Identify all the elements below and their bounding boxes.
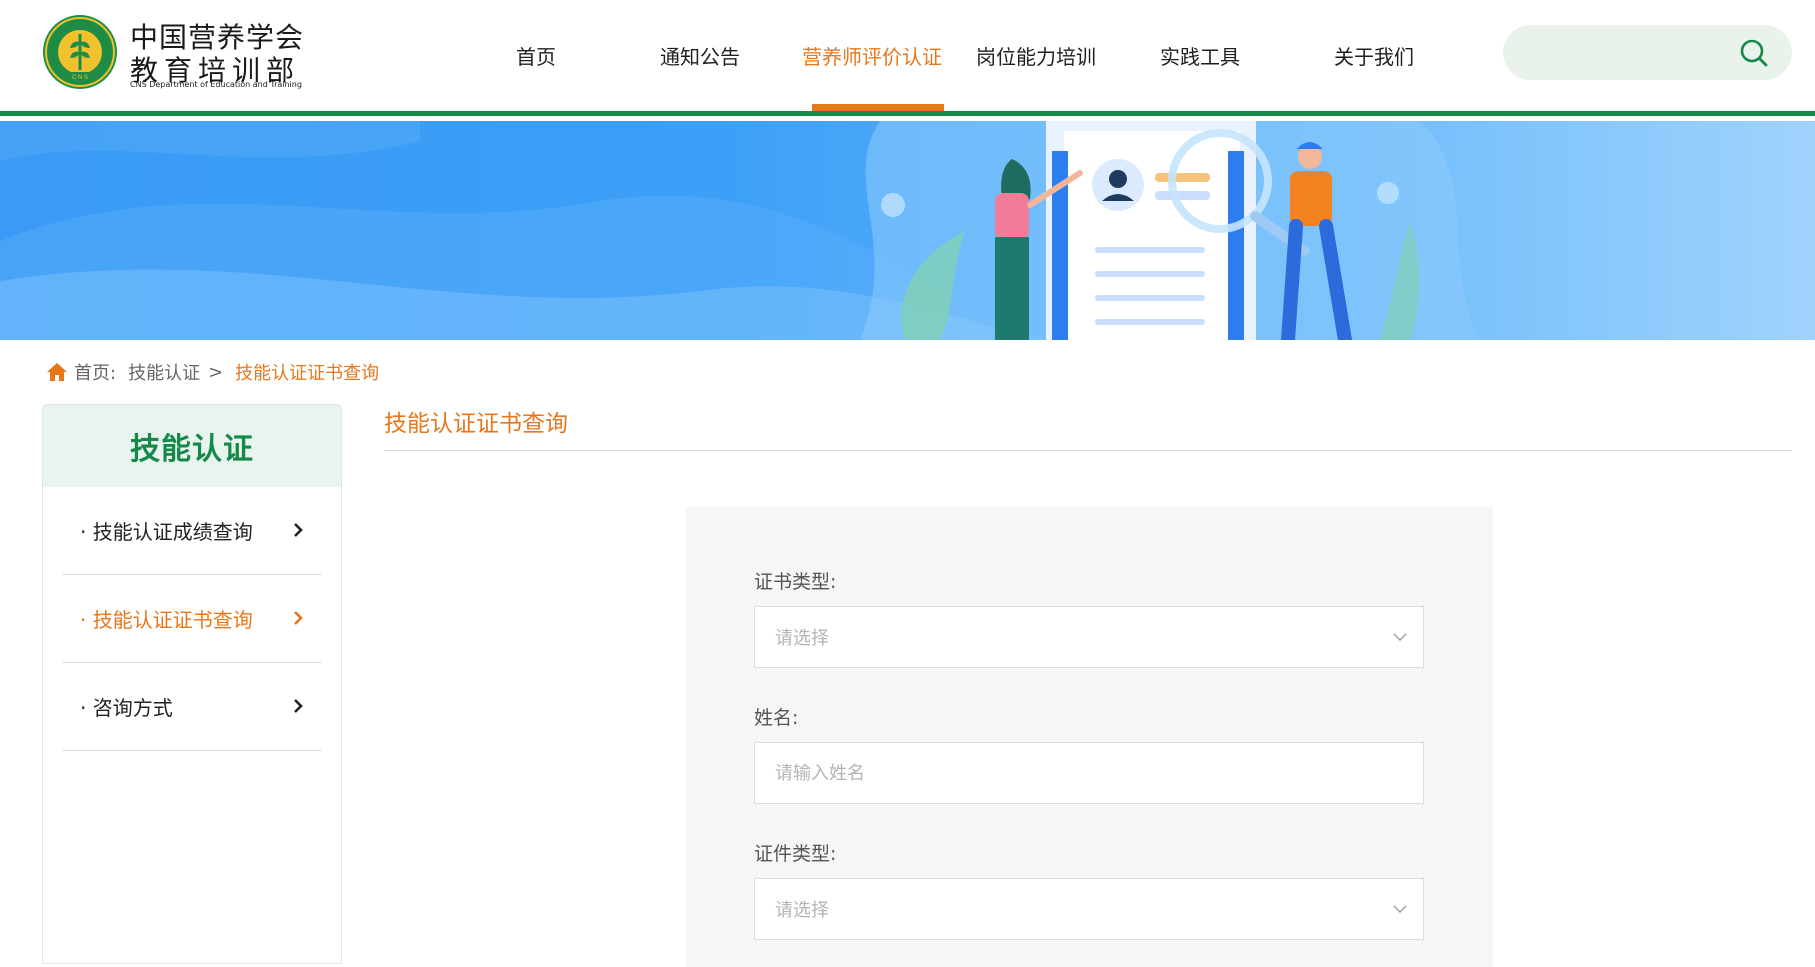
- breadcrumb-separator: >: [208, 361, 224, 383]
- name-input[interactable]: [775, 762, 1423, 784]
- logo-emblem-icon: C N S: [43, 15, 117, 89]
- cert-type-label: 证书类型:: [754, 571, 837, 593]
- sidebar-title: 技能认证: [43, 405, 341, 487]
- id-type-placeholder: 请选择: [775, 900, 829, 921]
- search-input[interactable]: [1525, 35, 1725, 70]
- name-label: 姓名:: [754, 707, 799, 729]
- sidebar-item-label: · 技能认证成绩查询: [80, 520, 253, 544]
- id-type-label: 证件类型:: [754, 843, 837, 865]
- id-type-select[interactable]: 请选择: [754, 878, 1424, 940]
- chevron-down-icon: [1393, 905, 1407, 914]
- name-field-wrapper: [754, 742, 1424, 804]
- nav-item-home[interactable]: 首页: [454, 0, 618, 111]
- chevron-right-icon: [294, 699, 303, 713]
- chevron-right-icon: [294, 611, 303, 625]
- banner-illustration: [0, 121, 1480, 340]
- nav-item-about[interactable]: 关于我们: [1292, 0, 1456, 111]
- breadcrumb-parent[interactable]: 技能认证: [128, 359, 200, 385]
- search-icon[interactable]: [1739, 38, 1769, 68]
- chevron-right-icon: [294, 523, 303, 537]
- nav-item-tools[interactable]: 实践工具: [1118, 0, 1282, 111]
- search-box: [1503, 25, 1792, 80]
- sidebar-item-label: · 咨询方式: [80, 696, 173, 720]
- site-header: C N S 中国营养学会 教育培训部 CNS Department of Edu…: [0, 0, 1815, 116]
- logo-subtitle-en: CNS Department of Education and Training: [130, 80, 302, 89]
- page-title: 技能认证证书查询: [384, 404, 1792, 451]
- home-icon[interactable]: [46, 362, 68, 382]
- site-logo[interactable]: C N S 中国营养学会 教育培训部 CNS Department of Edu…: [42, 14, 303, 92]
- sidebar-item-certificate-query[interactable]: · 技能认证证书查询: [62, 575, 322, 663]
- hero-banner: [0, 121, 1815, 340]
- breadcrumb-current: 技能认证证书查询: [235, 363, 380, 384]
- cert-type-select[interactable]: 请选择: [754, 606, 1424, 668]
- certificate-query-form: 证书类型: 请选择 姓名: 证件类型: 请选择: [686, 507, 1493, 967]
- sidebar-item-score-query[interactable]: · 技能认证成绩查询: [62, 487, 322, 575]
- breadcrumb-home[interactable]: 首页:: [74, 359, 116, 385]
- sidebar-item-contact[interactable]: · 咨询方式: [62, 663, 322, 751]
- chevron-down-icon: [1393, 633, 1407, 642]
- cert-type-placeholder: 请选择: [775, 628, 829, 649]
- sidebar-item-label: · 技能认证证书查询: [80, 608, 253, 632]
- svg-text:C N S: C N S: [72, 75, 88, 81]
- sidebar: 技能认证 · 技能认证成绩查询 · 技能认证证书查询 · 咨询方式: [42, 404, 342, 964]
- breadcrumb: 首页: 技能认证 > 技能认证证书查询: [46, 360, 379, 384]
- nav-item-training[interactable]: 岗位能力培训: [954, 0, 1118, 111]
- nav-item-certification[interactable]: 营养师评价认证: [790, 0, 954, 111]
- main-nav: 首页 通知公告 营养师评价认证 岗位能力培训 实践工具 关于我们: [454, 0, 1474, 116]
- nav-item-notices[interactable]: 通知公告: [618, 0, 782, 111]
